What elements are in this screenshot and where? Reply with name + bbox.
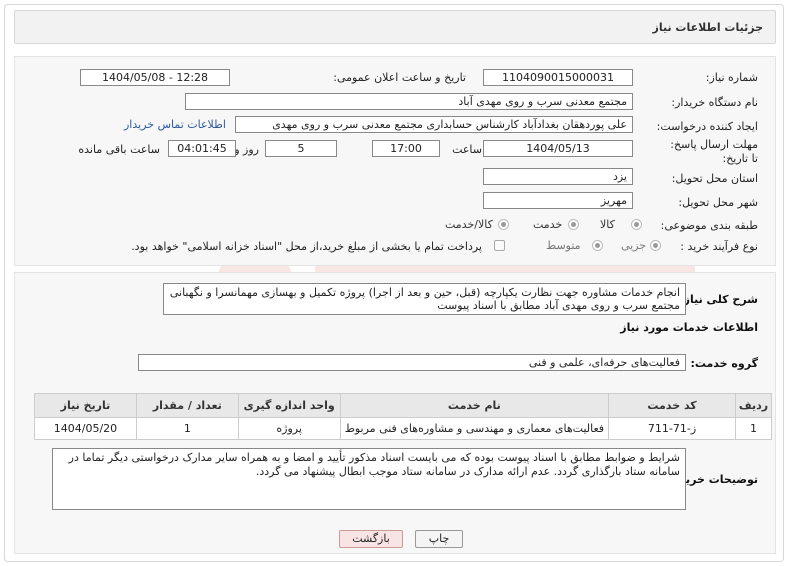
process-minor-label: جزیی <box>621 239 647 252</box>
category-goods-label: کالا <box>600 218 615 231</box>
description-label: شرح کلی نیاز: <box>679 293 758 306</box>
print-button[interactable]: چاپ <box>415 530 463 548</box>
remaining-time-field: 04:01:45 <box>168 140 236 157</box>
cell-service-code: ز-71-711 <box>608 417 736 440</box>
category-service-label: خدمت <box>533 218 563 231</box>
buyer-org-field: مجتمع معدنی سرب و روی مهدی آباد <box>185 93 633 110</box>
buyer-contact-link[interactable]: اطلاعات تماس خریدار <box>124 118 226 131</box>
description-textarea[interactable]: انجام خدمات مشاوره جهت نظارت یکپارچه (قب… <box>163 283 686 315</box>
col-service-code: کد خدمت <box>608 393 736 418</box>
back-button[interactable]: بازگشت <box>339 530 403 548</box>
remaining-time-label: ساعت باقی مانده <box>78 143 160 156</box>
city-field: مهریز <box>483 192 633 209</box>
days-field: 5 <box>265 140 337 157</box>
deadline-time-label: ساعت <box>452 143 482 156</box>
page-title: جزئیات اطلاعات نیاز <box>652 21 764 34</box>
need-number-label: شماره نیاز: <box>705 71 758 84</box>
process-minor-radio[interactable] <box>650 240 661 251</box>
deadline-date-field: 1404/05/13 <box>483 140 633 157</box>
deadline-time-field: 17:00 <box>372 140 440 157</box>
col-unit: واحد اندازه گیری <box>237 393 341 418</box>
province-label: استان محل تحویل: <box>671 172 758 185</box>
process-medium-radio[interactable] <box>592 240 603 251</box>
cell-quantity: 1 <box>135 417 239 440</box>
col-quantity: تعداد / مقدار <box>135 393 239 418</box>
creator-field: علی پوردهقان بغدادآباد کارشناس حسابداری … <box>235 116 633 133</box>
category-goods-radio[interactable] <box>631 219 642 230</box>
treasury-payment-note: پرداخت تمام یا بخشی از مبلغ خرید،از محل … <box>131 240 482 253</box>
creator-label: ایجاد کننده درخواست: <box>656 120 758 133</box>
need-info-panel <box>14 56 776 266</box>
cell-need-date: 1404/05/20 <box>34 417 137 440</box>
table-row: 1404/05/20 1 پروژه فعالیت‌های معماری و م… <box>34 417 773 440</box>
cell-service-name: فعالیت‌های معماری و مهندسی و مشاوره‌های … <box>339 417 610 440</box>
buyer-notes-textarea[interactable]: شرایط و ضوابط مطابق با اسناد پیوست بوده … <box>52 448 686 510</box>
category-label: طبقه بندی موضوعی: <box>660 219 758 232</box>
page-header: جزئیات اطلاعات نیاز <box>14 10 776 44</box>
service-group-label: گروه خدمت: <box>690 357 758 370</box>
announce-date-field: 1404/05/08 - 12:28 <box>80 69 230 86</box>
need-number-field: 1104090015000031 <box>483 69 633 86</box>
col-service-name: نام خدمت <box>339 393 610 418</box>
process-medium-label: متوسط <box>546 239 581 252</box>
services-section-title: اطلاعات خدمات مورد نیاز <box>620 321 758 334</box>
col-need-date: تاریخ نیاز <box>34 393 137 418</box>
services-table: تاریخ نیاز تعداد / مقدار واحد اندازه گیر… <box>34 393 773 440</box>
category-service-radio[interactable] <box>568 219 579 230</box>
category-goods-service-label: کالا/خدمت <box>445 218 493 231</box>
days-label: روز و <box>234 143 259 156</box>
process-label: نوع فرآیند خرید : <box>680 240 758 253</box>
province-field: یزد <box>483 168 633 185</box>
deadline-label: مهلت ارسال پاسخ: تا تاریخ: <box>670 138 758 165</box>
service-group-field: فعالیت‌های حرفه‌ای، علمی و فنی <box>138 354 686 371</box>
category-goods-service-radio[interactable] <box>498 219 509 230</box>
treasury-payment-checkbox[interactable] <box>494 240 505 251</box>
buyer-org-label: نام دستگاه خریدار: <box>671 96 758 109</box>
cell-row: 1 <box>734 417 773 440</box>
city-label: شهر محل تحویل: <box>678 196 758 209</box>
cell-unit: پروژه <box>237 417 341 440</box>
announce-date-label: تاریخ و ساعت اعلان عمومی: <box>333 71 466 84</box>
col-row: ردیف <box>734 393 773 418</box>
